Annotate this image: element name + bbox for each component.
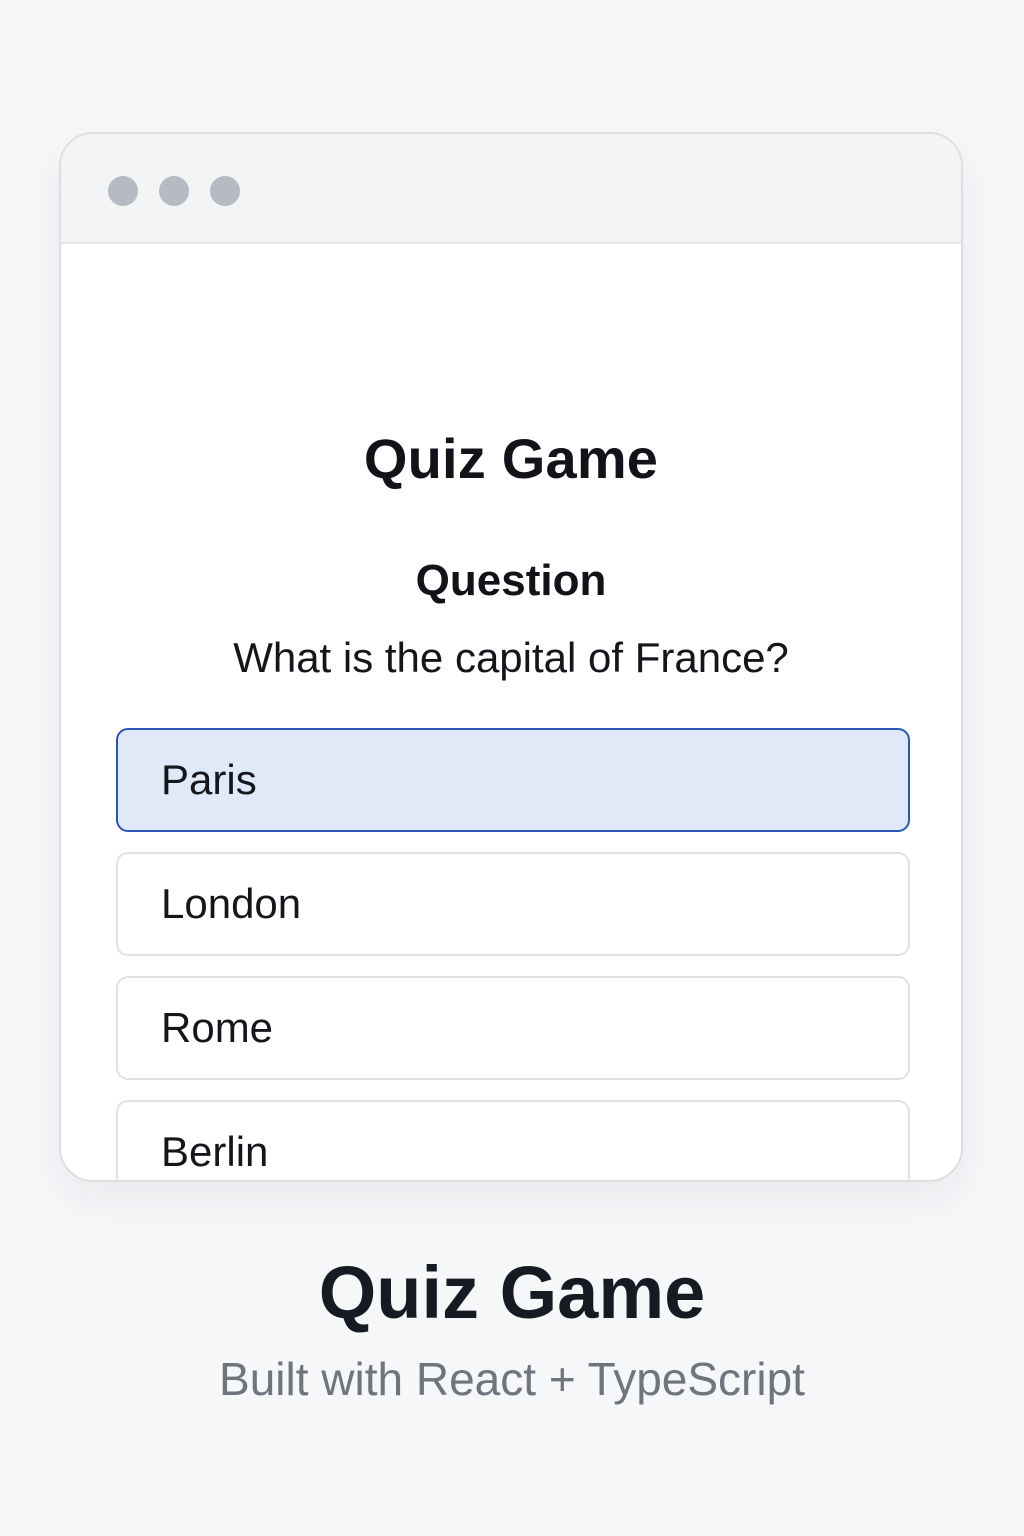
answer-option-label: Rome <box>161 1004 274 1051</box>
footer-subtitle: Built with React + TypeScript <box>219 1353 805 1405</box>
answer-option-paris[interactable]: Paris <box>116 728 910 832</box>
window-control-dot-2[interactable] <box>159 176 189 206</box>
answer-option-label: London <box>161 880 302 927</box>
window-control-dot-3[interactable] <box>210 176 240 206</box>
answer-option-london[interactable]: London <box>116 852 910 956</box>
question-text: What is the capital of France? <box>233 634 789 681</box>
answer-option-label: Paris <box>161 756 257 803</box>
footer-title: Quiz Game <box>318 1251 706 1334</box>
app-window: Quiz Game Question What is the capital o… <box>59 132 963 1182</box>
answer-option-berlin[interactable]: Berlin <box>116 1100 910 1180</box>
window-titlebar <box>61 134 961 244</box>
app-title: Quiz Game <box>363 427 659 490</box>
answer-options: Paris London Rome Berlin <box>116 728 910 1180</box>
answer-option-label: Berlin <box>161 1128 269 1175</box>
window-control-dot-1[interactable] <box>108 176 138 206</box>
question-heading: Question <box>415 556 607 605</box>
answer-option-rome[interactable]: Rome <box>116 976 910 1080</box>
